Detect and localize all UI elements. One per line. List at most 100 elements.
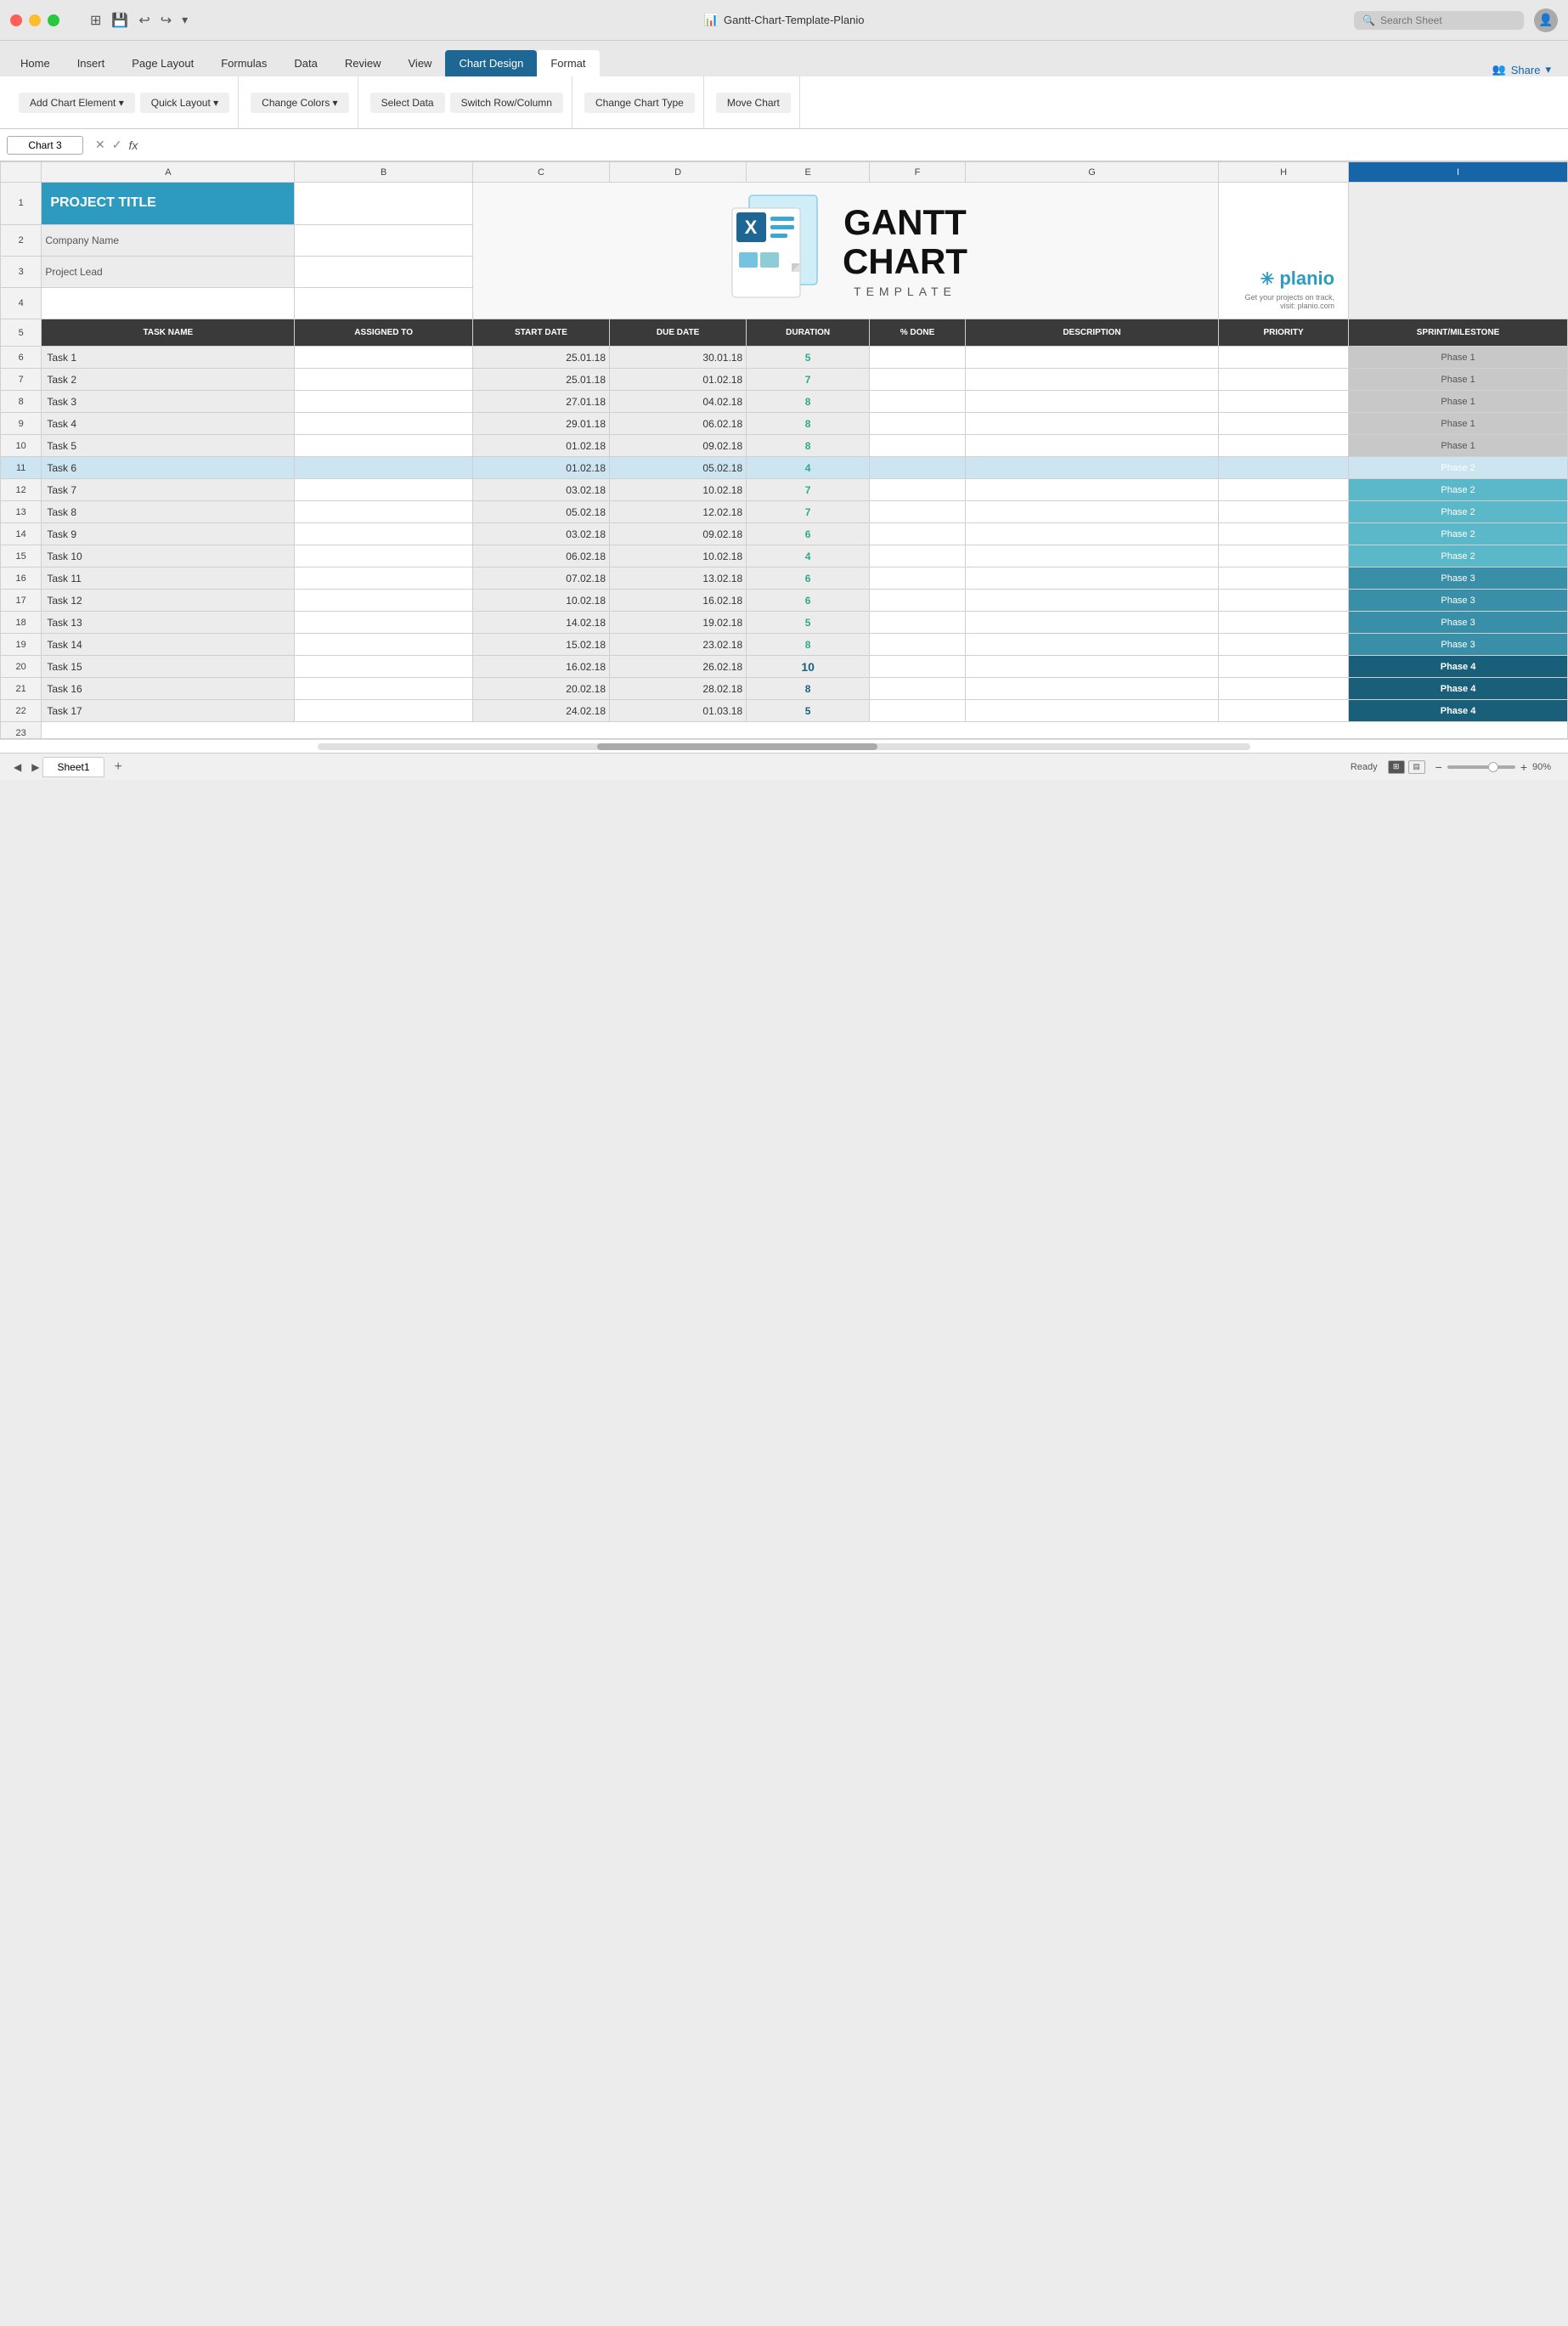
cell-3B[interactable]	[295, 256, 472, 287]
table-row: 5 TASK NAME ASSIGNED TO START DATE DUE D…	[1, 319, 1568, 347]
col-header-C[interactable]: C	[472, 162, 609, 183]
duration-1[interactable]: 5	[747, 347, 870, 369]
bottom-bar: ◀ ▶ Sheet1 + Ready ⊞ ▤ − + 90%	[0, 753, 1568, 780]
cell-4B[interactable]	[295, 287, 472, 319]
project-title-cell[interactable]: PROJECT TITLE	[42, 183, 295, 225]
nav-next-arrow[interactable]: ▶	[28, 761, 42, 773]
switch-row-col-button[interactable]: Switch Row/Column	[450, 93, 563, 113]
add-chart-element-button[interactable]: Add Chart Element ▾	[19, 93, 135, 113]
share-icon: 👥	[1492, 63, 1506, 76]
task-name-1[interactable]: Task 1	[42, 347, 295, 369]
task-name-2[interactable]: Task 2	[42, 369, 295, 391]
phase-1-1[interactable]: Phase 1	[1349, 347, 1568, 369]
share-button[interactable]: 👥 Share ▾	[1482, 63, 1561, 76]
planio-tagline2: visit: planio.com	[1232, 302, 1334, 310]
due-date-1[interactable]: 30.01.18	[610, 347, 747, 369]
window-controls[interactable]	[10, 14, 59, 26]
tab-data[interactable]: Data	[280, 50, 330, 76]
planio-tagline: Get your projects on track,	[1232, 293, 1334, 302]
header-sprint: SPRINT/MILESTONE	[1349, 319, 1568, 347]
spreadsheet-area: A B C D E F G H I 1 PROJECT TITLE	[0, 161, 1568, 739]
nav-prev-arrow[interactable]: ◀	[10, 761, 25, 773]
change-colors-button[interactable]: Change Colors ▾	[251, 93, 348, 113]
select-data-button[interactable]: Select Data	[370, 93, 445, 113]
status-bar: Ready ⊞ ▤ − + 90%	[1351, 760, 1558, 774]
col-header-A[interactable]: A	[42, 162, 295, 183]
tab-format[interactable]: Format	[537, 50, 599, 76]
formula-input[interactable]	[149, 137, 1561, 153]
col-header-F[interactable]: F	[870, 162, 966, 183]
tab-review[interactable]: Review	[331, 50, 395, 76]
close-icon[interactable]: ✕	[95, 138, 105, 152]
row-num-3: 3	[1, 256, 42, 287]
cell-2B[interactable]	[295, 224, 472, 256]
change-chart-type-button[interactable]: Change Chart Type	[584, 93, 695, 113]
title-text: Gantt-Chart-Template-Planio	[724, 14, 864, 26]
redo-icon[interactable]: ↪	[161, 12, 172, 29]
move-chart-button[interactable]: Move Chart	[716, 93, 791, 113]
chart-type-change-section: Change Chart Type	[576, 76, 704, 128]
tab-home[interactable]: Home	[7, 50, 64, 76]
company-name-cell[interactable]: Company Name	[42, 224, 295, 256]
add-sheet-button[interactable]: +	[108, 759, 129, 775]
col-header-I[interactable]: I	[1349, 162, 1568, 183]
tab-chart-design[interactable]: Chart Design	[445, 50, 537, 76]
formula-controls: ✕ ✓ fx	[90, 138, 143, 152]
search-box[interactable]: 🔍	[1354, 11, 1524, 30]
table-row: 15 Task 10 06.02.18 10.02.18 4 Phase 2	[1, 545, 1568, 567]
col-header-G[interactable]: G	[965, 162, 1218, 183]
minimize-button[interactable]	[29, 14, 41, 26]
table-row: 9 Task 4 29.01.18 06.02.18 8 Phase 1	[1, 413, 1568, 435]
zoom-slider[interactable]	[1447, 765, 1515, 769]
table-row: 1 PROJECT TITLE	[1, 183, 1568, 225]
tab-formulas[interactable]: Formulas	[207, 50, 280, 76]
svg-text:X: X	[745, 217, 758, 238]
tab-page-layout[interactable]: Page Layout	[118, 50, 207, 76]
sheet-nav-arrows[interactable]: ◀ ▶	[10, 761, 42, 773]
quick-layout-button[interactable]: Quick Layout ▾	[140, 93, 229, 113]
cell-4A[interactable]	[42, 287, 295, 319]
page-layout-view-button[interactable]: ▤	[1408, 760, 1425, 774]
col-header-E[interactable]: E	[747, 162, 870, 183]
more-icon[interactable]: ▾	[182, 13, 188, 27]
col-header-B[interactable]: B	[295, 162, 472, 183]
col-header-D[interactable]: D	[610, 162, 747, 183]
start-date-1[interactable]: 25.01.18	[472, 347, 609, 369]
chart-style-section: Change Colors ▾	[242, 76, 358, 128]
save-icon[interactable]: 💾	[111, 12, 128, 29]
formula-bar: Chart 3 ✕ ✓ fx	[0, 129, 1568, 161]
project-lead-cell[interactable]: Project Lead	[42, 256, 295, 287]
table-row: 10 Task 5 01.02.18 09.02.18 8 Phase 1	[1, 435, 1568, 457]
table-row: 16 Task 11 07.02.18 13.02.18 6 Phase 3	[1, 567, 1568, 590]
table-row: 14 Task 9 03.02.18 09.02.18 6 Phase 2	[1, 523, 1568, 545]
tab-insert[interactable]: Insert	[64, 50, 119, 76]
file-icon: 📊	[704, 13, 719, 27]
sheet-tab-1[interactable]: Sheet1	[42, 757, 104, 777]
planio-logo-cell: ✳ planio Get your projects on track, vis…	[1219, 183, 1349, 319]
col-header-H[interactable]: H	[1219, 162, 1349, 183]
horizontal-scrollbar[interactable]	[0, 739, 1568, 753]
row-num-5: 5	[1, 319, 42, 347]
maximize-button[interactable]	[48, 14, 59, 26]
zoom-in-icon[interactable]: +	[1520, 760, 1527, 774]
search-input[interactable]	[1380, 14, 1515, 26]
grid-icon[interactable]: ⊞	[90, 12, 101, 29]
table-row: 19 Task 14 15.02.18 23.02.18 8 Phase 3	[1, 634, 1568, 656]
row-num-1: 1	[1, 183, 42, 225]
table-row-selected: 11 Task 6 01.02.18 05.02.18 4 Phase 2	[1, 457, 1568, 479]
undo-icon[interactable]: ↩	[138, 12, 149, 29]
close-button[interactable]	[10, 14, 22, 26]
titlebar-right: 🔍 👤	[1354, 8, 1558, 32]
check-icon[interactable]: ✓	[112, 138, 122, 152]
cell-1B[interactable]	[295, 183, 472, 225]
h-scrollbar-track[interactable]	[318, 743, 1250, 750]
planio-logo: ✳ planio	[1232, 268, 1334, 290]
cell-reference[interactable]: Chart 3	[7, 136, 83, 155]
normal-view-button[interactable]: ⊞	[1388, 760, 1405, 774]
zoom-out-icon[interactable]: −	[1435, 760, 1442, 774]
tab-view[interactable]: View	[395, 50, 446, 76]
table-row: 17 Task 12 10.02.18 16.02.18 6 Phase 3	[1, 590, 1568, 612]
h-scrollbar-thumb[interactable]	[597, 743, 877, 750]
title-bar: ⊞ 💾 ↩ ↪ ▾ 📊 Gantt-Chart-Template-Planio …	[0, 0, 1568, 41]
user-avatar[interactable]: 👤	[1534, 8, 1558, 32]
